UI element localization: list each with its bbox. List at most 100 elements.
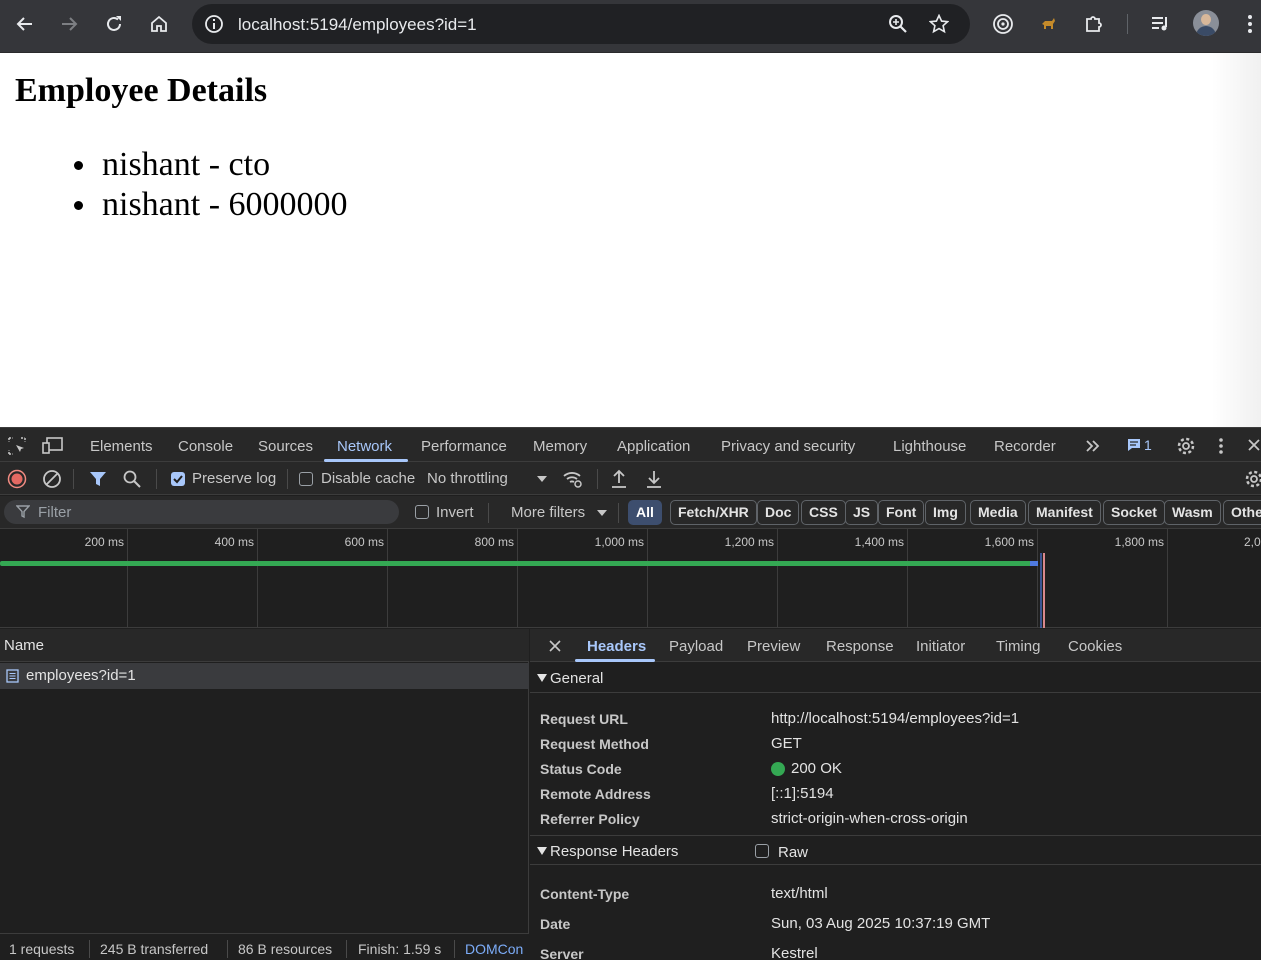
filter-chip-other[interactable]: Other bbox=[1223, 500, 1261, 525]
close-devtools-icon[interactable] bbox=[1245, 436, 1261, 454]
home-icon bbox=[151, 15, 167, 32]
filter-chip-js[interactable]: JS bbox=[845, 500, 879, 525]
tab-preview[interactable]: Preview bbox=[747, 638, 800, 655]
tab-headers[interactable]: Headers bbox=[587, 638, 646, 655]
preserve-log-checkbox[interactable] bbox=[171, 472, 185, 486]
tab-memory[interactable]: Memory bbox=[533, 438, 587, 455]
forward-button[interactable] bbox=[56, 11, 82, 37]
filter-chip-wasm[interactable]: Wasm bbox=[1164, 500, 1221, 525]
filter-chip-socket[interactable]: Socket bbox=[1103, 500, 1165, 525]
network-settings-gear-icon[interactable] bbox=[1244, 469, 1261, 489]
network-conditions-icon[interactable] bbox=[562, 468, 584, 490]
issues-message-icon[interactable] bbox=[1127, 438, 1141, 452]
inspect-element-icon[interactable] bbox=[6, 435, 28, 457]
filter-funnel-icon[interactable] bbox=[88, 470, 108, 488]
issues-count[interactable]: 1 bbox=[1144, 437, 1152, 453]
header-key: Referrer Policy bbox=[540, 811, 640, 827]
raw-label[interactable]: Raw bbox=[778, 844, 808, 861]
profile-avatar[interactable] bbox=[1193, 10, 1219, 36]
filter-chip-css[interactable]: CSS bbox=[801, 500, 846, 525]
collapse-triangle-icon[interactable] bbox=[537, 674, 547, 682]
tab-privacy-security[interactable]: Privacy and security bbox=[721, 438, 855, 455]
home-button[interactable] bbox=[146, 11, 172, 37]
tab-console[interactable]: Console bbox=[178, 438, 233, 455]
disable-cache-checkbox[interactable] bbox=[299, 472, 313, 486]
filter-chip-media[interactable]: Media bbox=[970, 500, 1026, 525]
tab-timing[interactable]: Timing bbox=[996, 638, 1040, 655]
filter-bar: Filter Invert More filters All Fetch/XHR… bbox=[0, 496, 1261, 529]
throttling-select[interactable]: No throttling bbox=[427, 470, 508, 487]
request-name[interactable]: employees?id=1 bbox=[26, 667, 136, 684]
timeline-gridline bbox=[647, 529, 648, 628]
device-toolbar-icon[interactable] bbox=[42, 435, 64, 457]
summary-resources: 86 B resources bbox=[238, 941, 333, 957]
network-timeline-overview[interactable]: 200 ms 400 ms 600 ms 800 ms 1,000 ms 1,2… bbox=[0, 529, 1261, 628]
clear-log-icon[interactable] bbox=[42, 469, 62, 489]
preserve-log-label[interactable]: Preserve log bbox=[192, 470, 276, 487]
filter-chip-manifest[interactable]: Manifest bbox=[1028, 500, 1101, 525]
settings-gear-icon[interactable] bbox=[1175, 435, 1197, 457]
tab-response[interactable]: Response bbox=[826, 638, 894, 655]
invert-label[interactable]: Invert bbox=[436, 504, 474, 521]
filter-chip-font[interactable]: Font bbox=[878, 500, 925, 525]
filter-input[interactable]: Filter bbox=[4, 500, 399, 524]
extension-animal-icon[interactable] bbox=[1036, 11, 1062, 37]
filter-chip-fetch-xhr[interactable]: Fetch/XHR bbox=[670, 500, 757, 525]
url-text[interactable]: localhost:5194/employees?id=1 bbox=[238, 15, 477, 35]
export-har-icon[interactable] bbox=[644, 468, 664, 490]
disable-cache-label[interactable]: Disable cache bbox=[321, 470, 415, 487]
more-tabs-chevron-icon[interactable] bbox=[1083, 436, 1103, 456]
collapse-triangle-icon[interactable] bbox=[537, 847, 547, 855]
invert-checkbox[interactable] bbox=[415, 505, 429, 519]
tab-application[interactable]: Application bbox=[617, 438, 690, 455]
timeline-tick-label: 1,800 ms bbox=[1114, 535, 1164, 549]
filter-chip-all[interactable]: All bbox=[628, 500, 662, 525]
bookmark-star-icon[interactable] bbox=[929, 14, 949, 34]
tab-payload[interactable]: Payload bbox=[669, 638, 723, 655]
tab-network[interactable]: Network bbox=[337, 438, 392, 455]
devtools-menu-icon[interactable] bbox=[1214, 436, 1228, 456]
tab-performance[interactable]: Performance bbox=[421, 438, 507, 455]
table-row[interactable]: employees?id=1 bbox=[0, 663, 529, 689]
load-event-marker bbox=[1043, 553, 1045, 628]
timeline-tick-label: 200 ms bbox=[84, 535, 124, 549]
media-queue-icon[interactable] bbox=[1147, 11, 1173, 37]
record-stop-icon[interactable] bbox=[7, 469, 27, 489]
more-filters-dropdown[interactable]: More filters bbox=[511, 504, 585, 521]
tab-recorder[interactable]: Recorder bbox=[994, 438, 1056, 455]
reload-button[interactable] bbox=[101, 11, 127, 37]
tab-lighthouse[interactable]: Lighthouse bbox=[893, 438, 966, 455]
tab-sources[interactable]: Sources bbox=[258, 438, 313, 455]
import-har-icon[interactable] bbox=[609, 468, 629, 490]
zoom-icon[interactable] bbox=[888, 14, 908, 34]
filter-chip-doc[interactable]: Doc bbox=[757, 500, 800, 525]
extension-target-icon[interactable] bbox=[990, 11, 1016, 37]
general-section-header[interactable]: General bbox=[530, 663, 1261, 693]
header-value: Kestrel bbox=[771, 945, 818, 960]
network-summary-bar: 1 requests 245 B transferred 86 B resour… bbox=[0, 933, 529, 960]
tab-elements[interactable]: Elements bbox=[90, 438, 153, 455]
toolbar-divider bbox=[618, 503, 619, 523]
column-name-header[interactable]: Name bbox=[4, 637, 44, 654]
header-value: Sun, 03 Aug 2025 10:37:19 GMT bbox=[771, 915, 991, 932]
raw-checkbox[interactable] bbox=[755, 844, 769, 858]
response-headers-section-header[interactable]: Response Headers Raw bbox=[530, 835, 1261, 865]
timeline-gridline bbox=[1167, 529, 1168, 628]
filter-funnel-icon bbox=[16, 505, 30, 519]
toolbar-divider bbox=[488, 503, 489, 523]
page-content: Employee Details nishant - cto nishant -… bbox=[0, 53, 1261, 427]
request-detail-panel: Headers Payload Preview Response Initiat… bbox=[530, 629, 1261, 960]
close-detail-icon[interactable] bbox=[547, 638, 563, 654]
browser-menu-icon[interactable] bbox=[1237, 11, 1261, 37]
back-button[interactable] bbox=[12, 11, 38, 37]
site-info-icon[interactable] bbox=[203, 13, 225, 35]
search-icon[interactable] bbox=[122, 469, 142, 489]
throttling-dropdown-icon[interactable] bbox=[536, 475, 548, 483]
extensions-puzzle-icon[interactable] bbox=[1081, 11, 1107, 37]
tab-cookies[interactable]: Cookies bbox=[1068, 638, 1122, 655]
filter-chip-img[interactable]: Img bbox=[925, 500, 966, 525]
timeline-gridline bbox=[127, 529, 128, 628]
address-bar[interactable]: localhost:5194/employees?id=1 bbox=[192, 4, 970, 44]
more-filters-dropdown-icon[interactable] bbox=[596, 509, 608, 517]
tab-initiator[interactable]: Initiator bbox=[916, 638, 965, 655]
